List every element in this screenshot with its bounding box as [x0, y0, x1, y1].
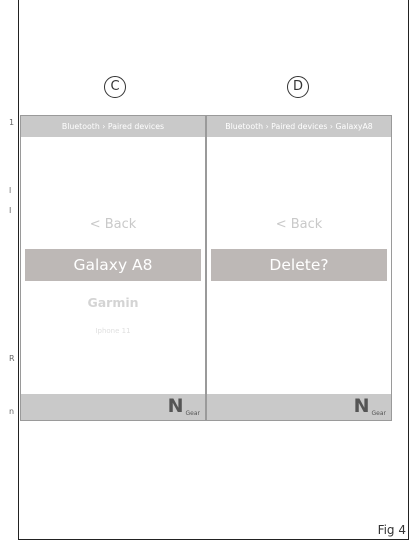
brand-logo: N Gear [167, 395, 200, 417]
panel-d-label: D [287, 76, 309, 98]
margin-mark: R [9, 354, 15, 363]
panel-c-screen: Bluetooth › Paired devices < Back Galaxy… [20, 115, 206, 421]
device-list-item[interactable]: Garmin [21, 295, 205, 310]
panel-d-screen: Bluetooth › Paired devices › GalaxyA8 < … [206, 115, 392, 421]
breadcrumb: Bluetooth › Paired devices › GalaxyA8 [207, 116, 391, 137]
back-button[interactable]: < Back [21, 217, 205, 232]
brand-logo: N Gear [353, 395, 386, 417]
margin-mark: l [9, 186, 12, 195]
device-list-item[interactable]: Iphone 11 [21, 327, 205, 335]
footer-bar: N Gear [21, 394, 205, 420]
margin-mark: 1 [9, 118, 15, 127]
margin-mark: I [9, 206, 12, 215]
selected-device-item[interactable]: Galaxy A8 [25, 249, 201, 281]
breadcrumb: Bluetooth › Paired devices [21, 116, 205, 137]
margin-mark: n [9, 407, 15, 416]
back-button[interactable]: < Back [207, 217, 391, 232]
figure-label: Fig 4 [377, 523, 406, 537]
footer-bar: N Gear [207, 394, 391, 420]
panel-c-label: C [104, 76, 126, 98]
delete-prompt[interactable]: Delete? [211, 249, 387, 281]
